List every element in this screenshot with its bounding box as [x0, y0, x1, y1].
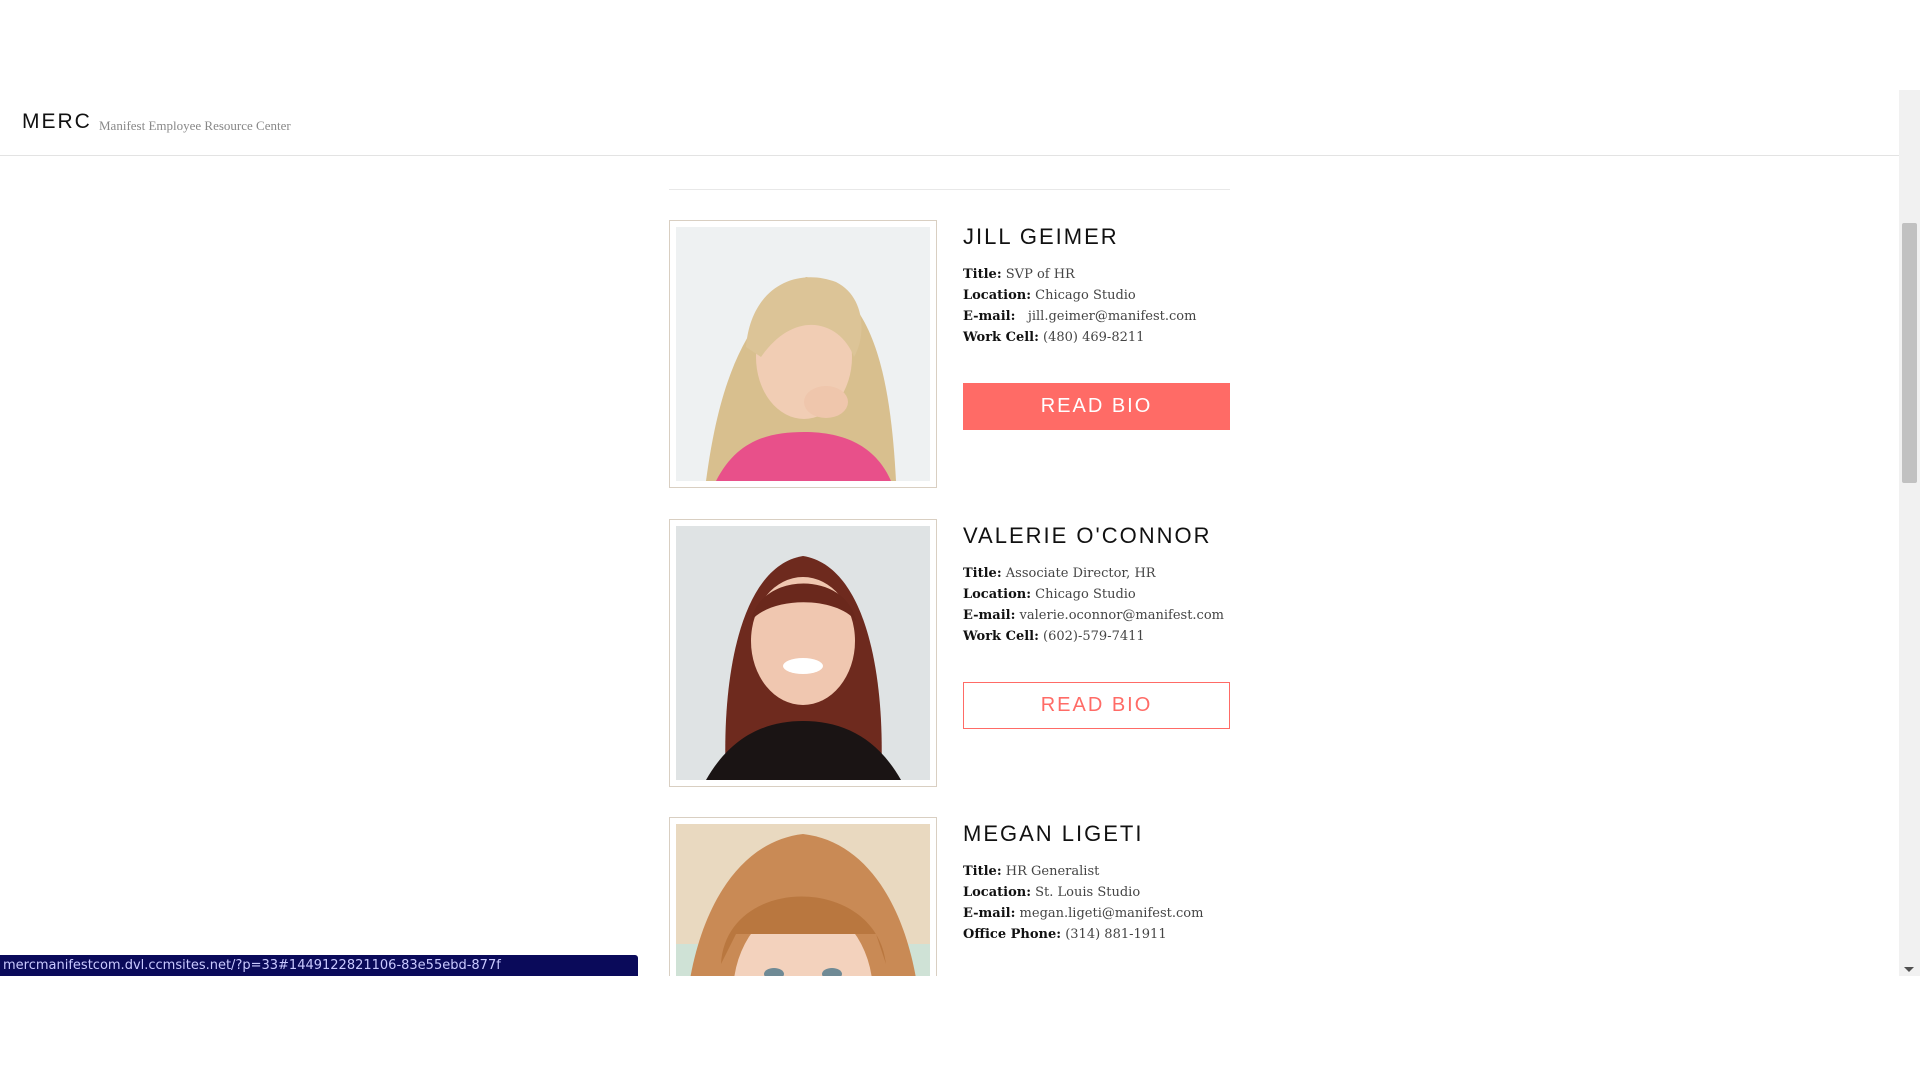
employee-location: Chicago Studio	[1035, 587, 1136, 602]
site-tagline: Manifest Employee Resource Center	[99, 118, 291, 133]
phone-label: Office Phone:	[963, 927, 1062, 942]
employee-title: SVP of HR	[1005, 267, 1075, 282]
employee-info: JILL GEIMER Title: SVP of HR Location: C…	[963, 220, 1230, 430]
employee-title: HR Generalist	[1005, 864, 1100, 879]
employee-photo	[676, 227, 930, 481]
employee-email-link[interactable]: valerie.oconnor@manifest.com	[1020, 608, 1224, 623]
employee-details: Title: SVP of HR Location: Chicago Studi…	[963, 264, 1230, 348]
employee-card-valerie-oconnor: VALERIE O'CONNOR Title: Associate Direct…	[669, 519, 1230, 787]
employee-card-jill-geimer: JILL GEIMER Title: SVP of HR Location: C…	[669, 220, 1230, 488]
employee-photo-frame	[669, 519, 937, 787]
scrollbar-thumb[interactable]	[1902, 223, 1917, 483]
phone-label: Work Cell:	[963, 330, 1039, 345]
employee-photo	[676, 824, 930, 976]
employee-location: St. Louis Studio	[1035, 885, 1141, 900]
employee-location: Chicago Studio	[1035, 288, 1136, 303]
title-label: Title:	[963, 566, 1002, 581]
employee-phone: (602)-579-7411	[1043, 629, 1145, 644]
portrait-placeholder-icon	[676, 526, 930, 780]
section-divider	[669, 189, 1230, 190]
employee-email-link[interactable]: megan.ligeti@manifest.com	[1020, 906, 1204, 921]
portrait-placeholder-icon	[676, 227, 930, 481]
location-label: Location:	[963, 885, 1032, 900]
email-label: E-mail:	[963, 608, 1016, 623]
employee-card-megan-ligeti: MEGAN LIGETI Title: HR Generalist Locati…	[669, 817, 1230, 976]
site-header: MERC Manifest Employee Resource Center	[0, 90, 1899, 156]
employee-title: Associate Director, HR	[1005, 566, 1156, 581]
employee-name: VALERIE O'CONNOR	[963, 523, 1212, 548]
employee-name: JILL GEIMER	[963, 224, 1119, 249]
employee-photo-frame	[669, 220, 937, 488]
employee-phone: (314) 881-1911	[1065, 927, 1167, 942]
employee-info: MEGAN LIGETI Title: HR Generalist Locati…	[963, 817, 1230, 945]
read-bio-button[interactable]: READ BIO	[963, 383, 1230, 430]
title-label: Title:	[963, 864, 1002, 879]
employee-name: MEGAN LIGETI	[963, 821, 1144, 846]
employee-email-link[interactable]: jill.geimer@manifest.com	[1028, 309, 1197, 324]
portrait-placeholder-icon	[676, 824, 930, 976]
email-label: E-mail:	[963, 906, 1016, 921]
location-label: Location:	[963, 288, 1032, 303]
page-scrollbar[interactable]	[1899, 90, 1920, 976]
phone-label: Work Cell:	[963, 629, 1039, 644]
employee-details: Title: Associate Director, HR Location: …	[963, 563, 1230, 647]
employee-info: VALERIE O'CONNOR Title: Associate Direct…	[963, 519, 1230, 729]
employee-photo-frame	[669, 817, 937, 976]
read-bio-button[interactable]: READ BIO	[963, 682, 1230, 729]
page-viewport: MERC Manifest Employee Resource Center J…	[0, 90, 1899, 976]
browser-status-bar: mercmanifestcom.dvl.ccmsites.net/?p=33#1…	[0, 955, 638, 976]
title-label: Title:	[963, 267, 1002, 282]
employee-details: Title: HR Generalist Location: St. Louis…	[963, 861, 1230, 945]
site-logo[interactable]: MERC	[22, 110, 92, 134]
scroll-down-arrow-icon[interactable]	[1904, 967, 1914, 972]
employee-phone: (480) 469-8211	[1043, 330, 1145, 345]
employee-photo	[676, 526, 930, 780]
location-label: Location:	[963, 587, 1032, 602]
email-label: E-mail:	[963, 309, 1016, 324]
